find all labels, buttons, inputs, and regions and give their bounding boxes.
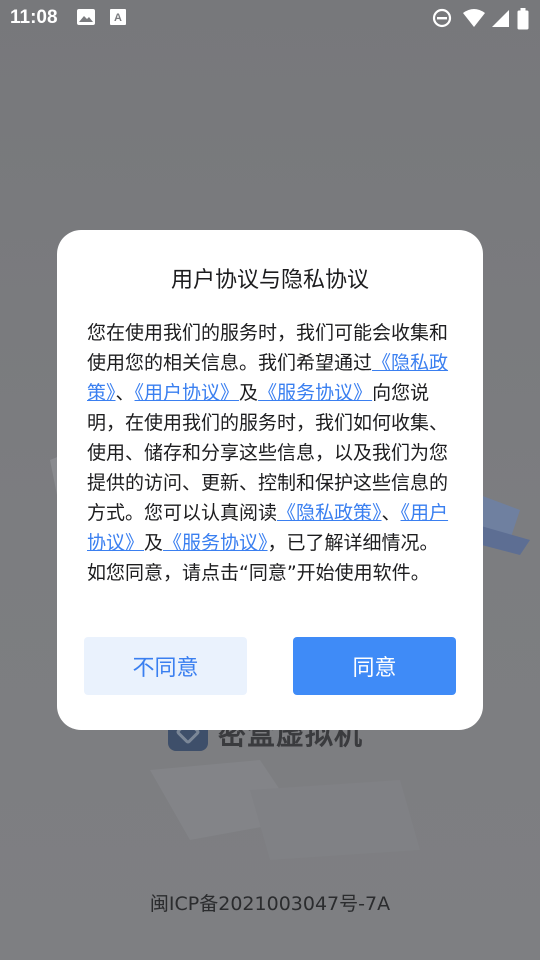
body-and: 及 (239, 382, 259, 404)
body-separator-2: 、 (381, 502, 401, 524)
do-not-disturb-icon (432, 8, 452, 28)
image-icon (77, 9, 95, 25)
service-agreement-link-2[interactable]: 《服务协议》 (163, 532, 268, 554)
text-notification-icon: A (110, 9, 126, 25)
battery-icon (517, 8, 529, 30)
icp-license-text: 闽ICP备2021003047号-7A (149, 893, 391, 915)
service-agreement-link[interactable]: 《服务协议》 (258, 382, 372, 404)
status-bar: 11:08 A (0, 0, 540, 36)
svg-text:A: A (114, 12, 122, 24)
wifi-icon (463, 9, 485, 27)
agree-button[interactable]: 同意 (293, 637, 456, 695)
disagree-button[interactable]: 不同意 (84, 637, 247, 695)
splash-decoration (150, 760, 420, 860)
privacy-policy-link-2[interactable]: 《隐私政策》 (277, 502, 382, 524)
cell-signal-icon (492, 10, 509, 27)
body-and-2: 及 (144, 532, 164, 554)
dialog-title: 用户协议与隐私协议 (170, 268, 369, 293)
dialog-body-text: 您在使用我们的服务时，我们可能会收集和使用您的相关信息。我们希望通过《隐私政策》… (87, 318, 451, 588)
user-agreement-link[interactable]: 《用户协议》 (135, 382, 240, 404)
status-time: 11:08 (10, 7, 58, 28)
body-separator: 、 (115, 382, 135, 404)
